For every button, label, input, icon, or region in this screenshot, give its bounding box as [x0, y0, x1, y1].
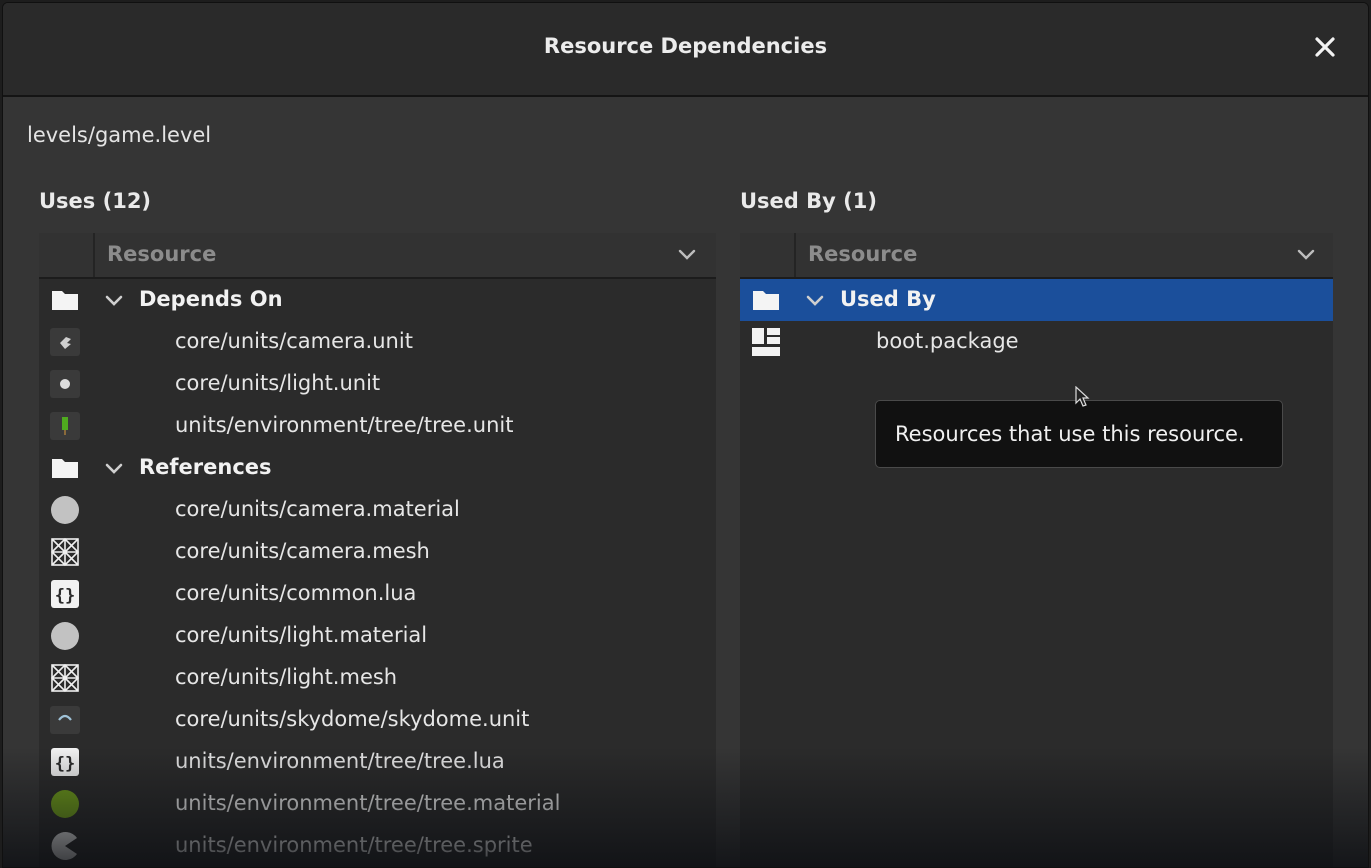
folder-icon [49, 453, 81, 483]
tree-item-label: core/units/camera.unit [175, 329, 413, 353]
column-separator [794, 233, 796, 277]
script-icon: {} [49, 579, 81, 609]
tree-group-label: Used By [840, 287, 936, 311]
uses-heading: Uses (12) [39, 189, 152, 213]
chevron-down-icon[interactable] [103, 293, 125, 309]
tree-item-row[interactable]: {} units/environment/tree/tree.lua [39, 741, 716, 783]
tooltip: Resources that use this resource. [875, 400, 1283, 468]
tree-item-label: units/environment/tree/tree.unit [175, 413, 514, 437]
uses-panel: Resource Depends On core/units/camera.uni… [39, 233, 716, 867]
tree-group-label: References [139, 455, 272, 479]
dialog-title: Resource Dependencies [543, 34, 828, 58]
sprite-icon [49, 831, 81, 861]
close-icon[interactable] [1311, 33, 1339, 61]
chevron-down-icon[interactable] [677, 247, 697, 263]
tooltip-text: Resources that use this resource. [895, 422, 1245, 446]
folder-icon [750, 285, 782, 315]
chevron-down-icon[interactable] [103, 461, 125, 477]
mouse-cursor-icon [1075, 385, 1091, 408]
tree-item-row[interactable]: core/units/light.unit [39, 363, 716, 405]
material-icon [49, 495, 81, 525]
tree-item-row[interactable]: units/environment/tree/tree.sprite [39, 825, 716, 867]
tree-unit-icon [49, 411, 81, 441]
tree-item-row[interactable]: units/environment/tree/tree.material [39, 783, 716, 825]
tree-item-row[interactable]: core/units/camera.material [39, 489, 716, 531]
camera-unit-icon [49, 327, 81, 357]
tree-item-row[interactable]: {} core/units/common.lua [39, 573, 716, 615]
svg-text:{}: {} [55, 754, 75, 774]
script-icon: {} [49, 747, 81, 777]
tree-item-label: core/units/light.mesh [175, 665, 398, 689]
tree-item-label: units/environment/tree/tree.sprite [175, 833, 533, 857]
tree-item-label: core/units/light.unit [175, 371, 381, 395]
tree-item-label: core/units/light.material [175, 623, 428, 647]
tree-group-label: Depends On [139, 287, 283, 311]
tree-item-label: core/units/camera.mesh [175, 539, 430, 563]
tree-item-label: core/units/camera.material [175, 497, 460, 521]
tree-group-row[interactable]: Used By [740, 279, 1333, 321]
light-unit-icon [49, 369, 81, 399]
tree-item-label: boot.package [876, 329, 1019, 353]
used-by-heading: Used By (1) [740, 189, 877, 213]
tree-item-row[interactable]: core/units/skydome/skydome.unit [39, 699, 716, 741]
tree-group-row[interactable]: Depends On [39, 279, 716, 321]
mesh-icon [49, 663, 81, 693]
chevron-down-icon[interactable] [1296, 247, 1316, 263]
resource-path: levels/game.level [27, 123, 212, 147]
tree-item-label: core/units/common.lua [175, 581, 417, 605]
tree-item-row[interactable]: boot.package [740, 321, 1333, 363]
used-by-panel: Resource Used By boot.package [740, 233, 1333, 867]
tree-group-row[interactable]: References [39, 447, 716, 489]
uses-column-header: Resource [39, 233, 716, 279]
tree-item-row[interactable]: core/units/camera.mesh [39, 531, 716, 573]
material-icon [49, 621, 81, 651]
svg-text:{}: {} [55, 586, 75, 606]
resource-dependencies-dialog: Resource Dependencies levels/game.level … [2, 2, 1369, 868]
tree-item-label: units/environment/tree/tree.lua [175, 749, 505, 773]
folder-icon [49, 285, 81, 315]
mesh-icon [49, 537, 81, 567]
title-bar: Resource Dependencies [3, 3, 1368, 97]
tree-item-row[interactable]: core/units/light.material [39, 615, 716, 657]
column-separator [93, 233, 95, 277]
tree-item-row[interactable]: core/units/camera.unit [39, 321, 716, 363]
tree-item-row[interactable]: core/units/light.mesh [39, 657, 716, 699]
green-material-icon [49, 789, 81, 819]
tree-item-row[interactable]: units/environment/tree/tree.unit [39, 405, 716, 447]
chevron-down-icon[interactable] [804, 293, 826, 309]
resource-column-label[interactable]: Resource [808, 242, 917, 266]
tree-item-label: core/units/skydome/skydome.unit [175, 707, 530, 731]
package-icon [750, 327, 782, 357]
resource-column-label[interactable]: Resource [107, 242, 216, 266]
used-by-column-header: Resource [740, 233, 1333, 279]
tree-item-label: units/environment/tree/tree.material [175, 791, 561, 815]
skydome-unit-icon [49, 705, 81, 735]
